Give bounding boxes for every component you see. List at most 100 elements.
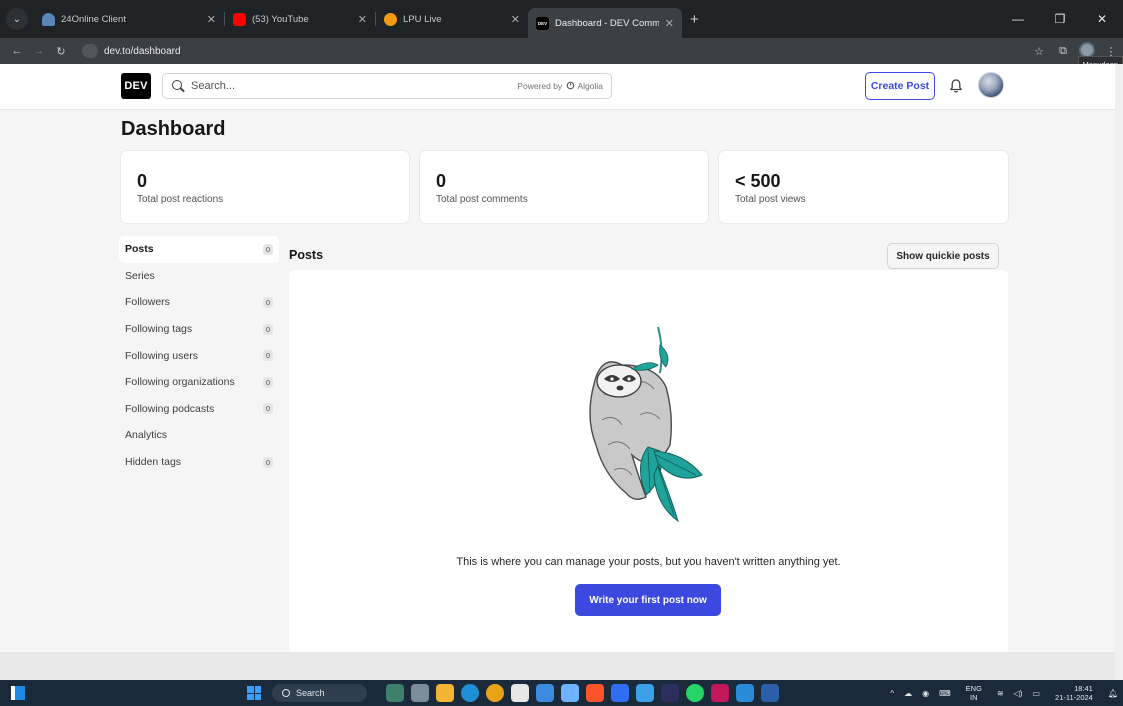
search-icon — [282, 689, 290, 697]
stat-value: 0 — [137, 171, 148, 191]
tab-youtube[interactable]: (53) YouTube ✕ — [225, 5, 375, 33]
stat-value: < 500 — [735, 171, 781, 191]
taskbar-search-label: Search — [296, 688, 325, 698]
close-icon[interactable]: ✕ — [511, 13, 520, 26]
widgets-icon[interactable] — [11, 686, 25, 700]
url-text: dev.to/dashboard — [104, 45, 181, 57]
outlook-icon[interactable] — [536, 684, 554, 702]
posts-empty-state: This is where you can manage your posts,… — [289, 270, 1008, 652]
word-icon[interactable] — [761, 684, 779, 702]
close-icon[interactable]: ✕ — [665, 17, 674, 30]
sidebar-item-label: Followers — [125, 296, 170, 309]
sidebar-item-posts[interactable]: Posts 0 — [119, 236, 279, 263]
extensions-icon[interactable]: ⧉ — [1051, 45, 1075, 58]
create-post-button[interactable]: Create Post — [865, 72, 935, 100]
user-avatar[interactable] — [978, 72, 1004, 98]
sidebar-item-following-users[interactable]: Following users 0 — [119, 342, 279, 369]
close-icon[interactable]: ✕ — [207, 13, 216, 26]
powered-by-algolia[interactable]: Powered by Algolia — [517, 81, 603, 91]
messenger-icon[interactable] — [561, 684, 579, 702]
close-window-icon[interactable]: ✕ — [1081, 12, 1123, 26]
search-input[interactable] — [191, 80, 441, 92]
file-explorer-icon[interactable] — [436, 684, 454, 702]
clock-date: 21-11-2024 — [1055, 693, 1093, 702]
new-tab-button[interactable]: + — [690, 11, 699, 28]
sidebar-item-following-podcasts[interactable]: Following podcasts 0 — [119, 396, 279, 423]
battery-icon[interactable]: ▭ — [1032, 689, 1040, 698]
pinned-apps — [386, 684, 779, 702]
sidebar-item-analytics[interactable]: Analytics — [119, 422, 279, 449]
task-view-icon[interactable] — [411, 684, 429, 702]
window-controls: — ❐ ✕ — [997, 0, 1123, 38]
volume-icon[interactable]: ◁) — [1014, 689, 1023, 698]
tray-chevron-icon[interactable]: ^ — [890, 689, 894, 698]
tray-app-icon[interactable]: ◉ — [922, 689, 929, 698]
dev-favicon-icon: DEV — [536, 16, 549, 30]
sidebar-item-label: Hidden tags — [125, 456, 182, 469]
wifi-icon[interactable]: ≋ — [997, 689, 1004, 698]
game-app-icon[interactable] — [386, 684, 404, 702]
back-arrow-icon[interactable]: ← — [6, 45, 28, 57]
page-scrollbar[interactable] — [1115, 64, 1123, 680]
url-field[interactable]: dev.to/dashboard — [78, 41, 1068, 61]
tab-lpu-live[interactable]: LPU Live ✕ — [376, 5, 528, 33]
count-badge: 0 — [262, 403, 273, 415]
stat-card-reactions: 0 Total post reactions — [121, 151, 409, 223]
sidebar-item-series[interactable]: Series — [119, 263, 279, 290]
algolia-label: Algolia — [577, 81, 603, 91]
forward-arrow-icon[interactable]: → — [28, 45, 50, 57]
close-icon[interactable]: ✕ — [358, 13, 367, 26]
count-badge: 0 — [262, 376, 273, 388]
count-badge: 0 — [262, 243, 273, 255]
minimize-icon[interactable]: — — [997, 12, 1039, 26]
site-header: DEV Powered by Algolia Create Post — [0, 64, 1115, 110]
dev-logo[interactable]: DEV — [121, 73, 151, 99]
copilot-icon[interactable] — [611, 684, 629, 702]
sidebar-item-label: Following organizations — [125, 376, 235, 389]
app-icon[interactable] — [711, 684, 729, 702]
bookmark-star-icon[interactable]: ☆ — [1027, 45, 1051, 58]
search-icon — [171, 79, 185, 93]
store-icon[interactable] — [511, 684, 529, 702]
tab-dev-dashboard[interactable]: DEV Dashboard - DEV Community ✕ — [528, 8, 682, 38]
windows-start-icon[interactable] — [247, 686, 261, 700]
sidebar-item-label: Analytics — [125, 429, 168, 442]
taskbar-search[interactable]: Search — [272, 684, 367, 702]
whatsapp-icon[interactable] — [686, 684, 704, 702]
count-badge: 0 — [262, 323, 273, 335]
brave-icon[interactable] — [586, 684, 604, 702]
system-tray: ^ ☁ ◉ ⌨ ENG IN ≋ ◁) ▭ 18:41 21-11-2024 🔔… — [885, 680, 1123, 706]
onedrive-icon[interactable]: ☁ — [904, 689, 912, 698]
sidebar-item-following-organizations[interactable]: Following organizations 0 — [119, 369, 279, 396]
keyboard-icon[interactable]: ⌨ — [939, 689, 951, 698]
page-footer-area — [0, 652, 1115, 680]
notifications-bell-icon[interactable] — [948, 78, 964, 94]
site-settings-icon[interactable] — [82, 44, 98, 58]
sidebar-item-hidden-tags[interactable]: Hidden tags 0 — [119, 449, 279, 476]
show-quickie-posts-button[interactable]: Show quickie posts — [887, 243, 999, 269]
stat-label: Total post comments — [436, 194, 528, 205]
count-badge: 0 — [262, 296, 273, 308]
page-title: Dashboard — [121, 118, 226, 140]
lpu-favicon-icon — [384, 12, 397, 26]
sidebar-item-following-tags[interactable]: Following tags 0 — [119, 316, 279, 343]
reload-icon[interactable]: ↻ — [50, 45, 72, 58]
premiere-icon[interactable] — [661, 684, 679, 702]
chrome-icon[interactable] — [486, 684, 504, 702]
tab-24online[interactable]: 24Online Client ✕ — [34, 5, 224, 33]
write-first-post-button[interactable]: Write your first post now — [575, 584, 721, 616]
tab-search-chevron-icon[interactable]: ⌄ — [6, 8, 28, 30]
language-indicator[interactable]: ENG IN — [961, 684, 987, 702]
clock-time: 18:41 — [1074, 684, 1093, 693]
count-badge: 0 — [262, 456, 273, 468]
windows-taskbar: Search ^ ☁ ◉ ⌨ ENG IN ≋ ◁) ▭ 18:41 21-11… — [0, 680, 1123, 706]
linkedin-icon[interactable] — [636, 684, 654, 702]
photos-icon[interactable] — [736, 684, 754, 702]
sidebar-item-label: Following tags — [125, 323, 193, 336]
search-bar[interactable]: Powered by Algolia — [162, 73, 612, 99]
notification-bell-icon[interactable]: 🔔︎ — [1108, 689, 1118, 698]
edge-icon[interactable] — [461, 684, 479, 702]
sidebar-item-followers[interactable]: Followers 0 — [119, 289, 279, 316]
clock[interactable]: 18:41 21-11-2024 — [1050, 684, 1098, 702]
restore-icon[interactable]: ❐ — [1039, 12, 1081, 26]
